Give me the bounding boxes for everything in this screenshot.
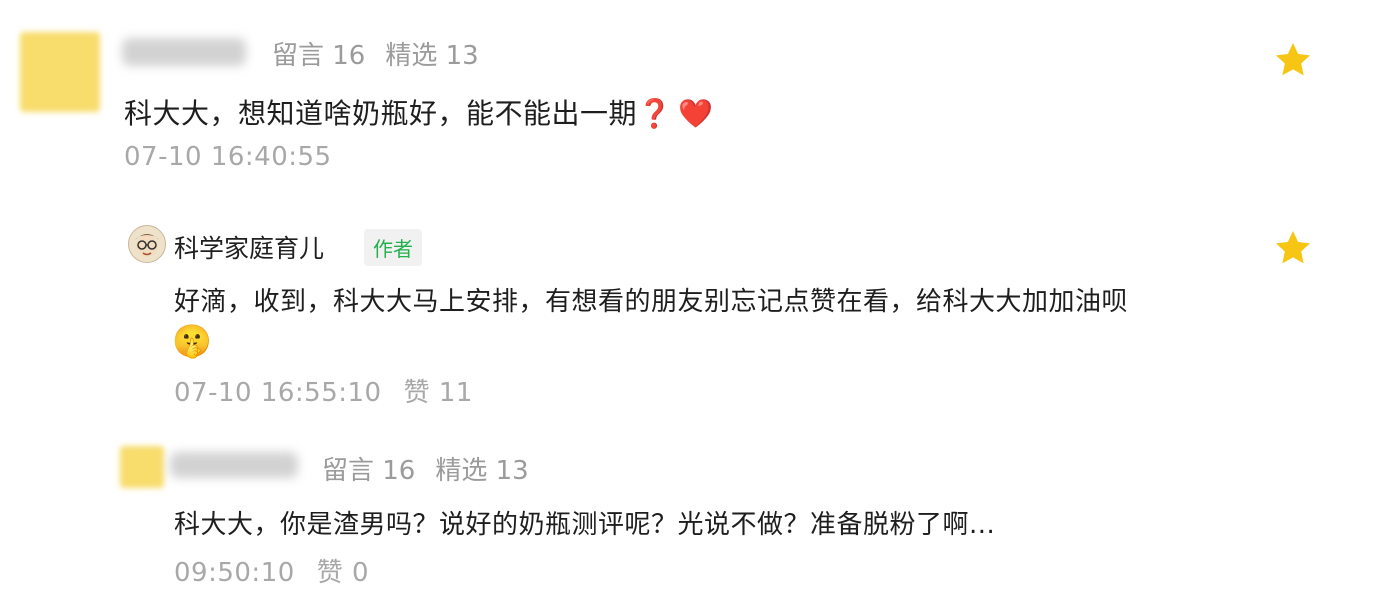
author-name[interactable]: 科学家庭育儿 [174, 229, 324, 265]
question-mark-icon: ❓ [637, 97, 673, 130]
message-count: 留言 16 [272, 41, 366, 71]
comment-stats: 留言 16 精选 13 [322, 450, 549, 487]
reply-meta: 07-10 16:55:10 赞 11 [174, 372, 473, 409]
scientist-avatar-icon [135, 234, 159, 257]
avatar[interactable] [20, 32, 100, 112]
author-avatar[interactable] [128, 225, 166, 263]
star-icon[interactable] [1273, 228, 1313, 268]
comment-timestamp: 07-10 16:40:55 [124, 142, 332, 172]
comment-stats: 留言 16 精选 13 [272, 35, 499, 72]
featured-count: 精选 13 [435, 456, 529, 486]
heart-icon: ❤️ [678, 97, 714, 130]
username[interactable] [170, 452, 298, 478]
comment-meta: 09:50:10 赞 0 [174, 552, 369, 589]
featured-count: 精选 13 [385, 41, 479, 71]
reply-like-count[interactable]: 赞 11 [404, 378, 473, 408]
reply-text: 好滴，收到，科大大马上安排，有想看的朋友别忘记点赞在看，给科大大加加油呗 [174, 287, 1129, 317]
shush-emoji-icon: 🤫 [172, 322, 212, 360]
comment-text: 科大大，你是渣男吗？说好的奶瓶测评呢？光说不做？准备脱粉了啊... [174, 510, 996, 540]
comment-text: 科大大，想知道啥奶瓶好，能不能出一期❓ ❤️ [124, 92, 714, 132]
comment-body: 科大大，想知道啥奶瓶好，能不能出一期 [124, 97, 638, 130]
message-count: 留言 16 [322, 456, 416, 486]
like-count[interactable]: 赞 0 [317, 558, 369, 588]
comment-timestamp: 09:50:10 [174, 558, 295, 588]
star-icon[interactable] [1273, 40, 1313, 80]
avatar[interactable] [120, 446, 164, 488]
author-badge: 作者 [364, 229, 422, 266]
reply-timestamp: 07-10 16:55:10 [174, 378, 382, 408]
username[interactable] [122, 38, 246, 66]
